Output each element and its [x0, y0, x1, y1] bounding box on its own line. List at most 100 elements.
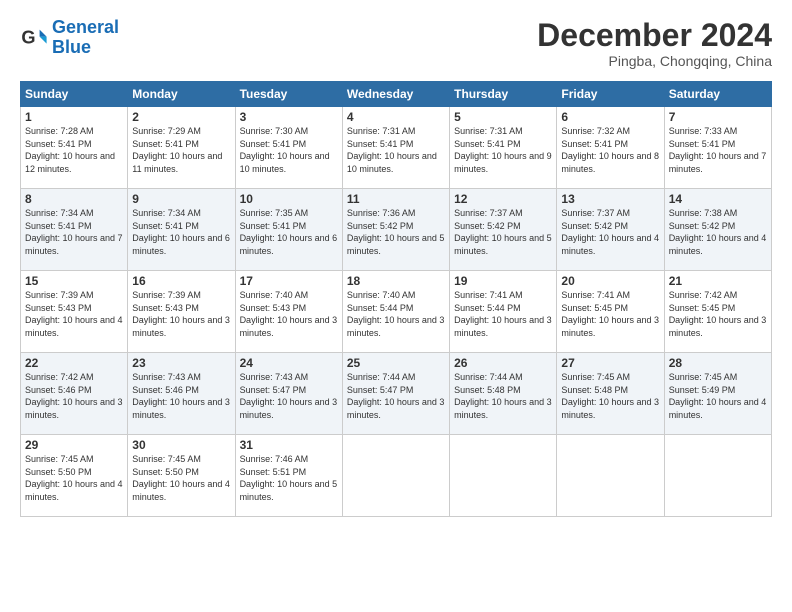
calendar-cell: 3Sunrise: 7:30 AM Sunset: 5:41 PM Daylig…	[235, 107, 342, 189]
calendar-cell: 26Sunrise: 7:44 AM Sunset: 5:48 PM Dayli…	[450, 353, 557, 435]
calendar-cell: 29Sunrise: 7:45 AM Sunset: 5:50 PM Dayli…	[21, 435, 128, 517]
col-thursday: Thursday	[450, 82, 557, 107]
day-info: Sunrise: 7:46 AM Sunset: 5:51 PM Dayligh…	[240, 453, 338, 503]
calendar-cell: 28Sunrise: 7:45 AM Sunset: 5:49 PM Dayli…	[664, 353, 771, 435]
logo-blue: Blue	[52, 37, 91, 57]
col-sunday: Sunday	[21, 82, 128, 107]
calendar-cell: 6Sunrise: 7:32 AM Sunset: 5:41 PM Daylig…	[557, 107, 664, 189]
header: G General Blue December 2024 Pingba, Cho…	[20, 18, 772, 69]
day-info: Sunrise: 7:28 AM Sunset: 5:41 PM Dayligh…	[25, 125, 123, 175]
day-info: Sunrise: 7:33 AM Sunset: 5:41 PM Dayligh…	[669, 125, 767, 175]
month-title: December 2024	[537, 18, 772, 53]
calendar-cell: 7Sunrise: 7:33 AM Sunset: 5:41 PM Daylig…	[664, 107, 771, 189]
day-number: 18	[347, 274, 445, 288]
day-info: Sunrise: 7:45 AM Sunset: 5:50 PM Dayligh…	[25, 453, 123, 503]
calendar-week-row: 1Sunrise: 7:28 AM Sunset: 5:41 PM Daylig…	[21, 107, 772, 189]
calendar-body: 1Sunrise: 7:28 AM Sunset: 5:41 PM Daylig…	[21, 107, 772, 517]
day-info: Sunrise: 7:42 AM Sunset: 5:45 PM Dayligh…	[669, 289, 767, 339]
calendar-week-row: 22Sunrise: 7:42 AM Sunset: 5:46 PM Dayli…	[21, 353, 772, 435]
calendar-week-row: 15Sunrise: 7:39 AM Sunset: 5:43 PM Dayli…	[21, 271, 772, 353]
calendar-cell	[342, 435, 449, 517]
calendar-cell: 15Sunrise: 7:39 AM Sunset: 5:43 PM Dayli…	[21, 271, 128, 353]
calendar-week-row: 8Sunrise: 7:34 AM Sunset: 5:41 PM Daylig…	[21, 189, 772, 271]
calendar-cell: 1Sunrise: 7:28 AM Sunset: 5:41 PM Daylig…	[21, 107, 128, 189]
logo-icon: G	[20, 24, 48, 52]
calendar-cell	[664, 435, 771, 517]
day-info: Sunrise: 7:36 AM Sunset: 5:42 PM Dayligh…	[347, 207, 445, 257]
day-number: 5	[454, 110, 552, 124]
col-saturday: Saturday	[664, 82, 771, 107]
day-info: Sunrise: 7:34 AM Sunset: 5:41 PM Dayligh…	[132, 207, 230, 257]
day-number: 14	[669, 192, 767, 206]
day-info: Sunrise: 7:39 AM Sunset: 5:43 PM Dayligh…	[132, 289, 230, 339]
day-number: 16	[132, 274, 230, 288]
day-info: Sunrise: 7:38 AM Sunset: 5:42 PM Dayligh…	[669, 207, 767, 257]
day-number: 29	[25, 438, 123, 452]
col-wednesday: Wednesday	[342, 82, 449, 107]
day-info: Sunrise: 7:44 AM Sunset: 5:48 PM Dayligh…	[454, 371, 552, 421]
calendar-cell: 22Sunrise: 7:42 AM Sunset: 5:46 PM Dayli…	[21, 353, 128, 435]
calendar-cell: 19Sunrise: 7:41 AM Sunset: 5:44 PM Dayli…	[450, 271, 557, 353]
day-number: 21	[669, 274, 767, 288]
day-info: Sunrise: 7:39 AM Sunset: 5:43 PM Dayligh…	[25, 289, 123, 339]
calendar-cell: 10Sunrise: 7:35 AM Sunset: 5:41 PM Dayli…	[235, 189, 342, 271]
col-monday: Monday	[128, 82, 235, 107]
calendar-cell: 18Sunrise: 7:40 AM Sunset: 5:44 PM Dayli…	[342, 271, 449, 353]
day-number: 1	[25, 110, 123, 124]
calendar-cell: 9Sunrise: 7:34 AM Sunset: 5:41 PM Daylig…	[128, 189, 235, 271]
calendar-page: G General Blue December 2024 Pingba, Cho…	[0, 0, 792, 527]
svg-text:G: G	[21, 27, 35, 47]
day-info: Sunrise: 7:43 AM Sunset: 5:46 PM Dayligh…	[132, 371, 230, 421]
day-number: 9	[132, 192, 230, 206]
day-number: 27	[561, 356, 659, 370]
day-info: Sunrise: 7:42 AM Sunset: 5:46 PM Dayligh…	[25, 371, 123, 421]
day-number: 19	[454, 274, 552, 288]
day-number: 24	[240, 356, 338, 370]
day-info: Sunrise: 7:37 AM Sunset: 5:42 PM Dayligh…	[454, 207, 552, 257]
calendar-cell: 23Sunrise: 7:43 AM Sunset: 5:46 PM Dayli…	[128, 353, 235, 435]
logo-general: General	[52, 17, 119, 37]
calendar-cell: 14Sunrise: 7:38 AM Sunset: 5:42 PM Dayli…	[664, 189, 771, 271]
day-info: Sunrise: 7:41 AM Sunset: 5:44 PM Dayligh…	[454, 289, 552, 339]
day-info: Sunrise: 7:45 AM Sunset: 5:48 PM Dayligh…	[561, 371, 659, 421]
day-number: 7	[669, 110, 767, 124]
day-number: 15	[25, 274, 123, 288]
day-info: Sunrise: 7:43 AM Sunset: 5:47 PM Dayligh…	[240, 371, 338, 421]
calendar-cell: 2Sunrise: 7:29 AM Sunset: 5:41 PM Daylig…	[128, 107, 235, 189]
day-number: 12	[454, 192, 552, 206]
day-number: 11	[347, 192, 445, 206]
day-number: 17	[240, 274, 338, 288]
day-info: Sunrise: 7:30 AM Sunset: 5:41 PM Dayligh…	[240, 125, 338, 175]
day-number: 31	[240, 438, 338, 452]
col-friday: Friday	[557, 82, 664, 107]
calendar-cell: 8Sunrise: 7:34 AM Sunset: 5:41 PM Daylig…	[21, 189, 128, 271]
logo: G General Blue	[20, 18, 119, 58]
day-info: Sunrise: 7:37 AM Sunset: 5:42 PM Dayligh…	[561, 207, 659, 257]
day-number: 30	[132, 438, 230, 452]
calendar-cell	[557, 435, 664, 517]
calendar-cell: 25Sunrise: 7:44 AM Sunset: 5:47 PM Dayli…	[342, 353, 449, 435]
calendar-cell: 24Sunrise: 7:43 AM Sunset: 5:47 PM Dayli…	[235, 353, 342, 435]
calendar-cell: 13Sunrise: 7:37 AM Sunset: 5:42 PM Dayli…	[557, 189, 664, 271]
calendar-week-row: 29Sunrise: 7:45 AM Sunset: 5:50 PM Dayli…	[21, 435, 772, 517]
day-info: Sunrise: 7:40 AM Sunset: 5:43 PM Dayligh…	[240, 289, 338, 339]
calendar-cell: 17Sunrise: 7:40 AM Sunset: 5:43 PM Dayli…	[235, 271, 342, 353]
day-info: Sunrise: 7:45 AM Sunset: 5:50 PM Dayligh…	[132, 453, 230, 503]
title-block: December 2024 Pingba, Chongqing, China	[537, 18, 772, 69]
calendar-cell: 27Sunrise: 7:45 AM Sunset: 5:48 PM Dayli…	[557, 353, 664, 435]
day-number: 28	[669, 356, 767, 370]
day-number: 3	[240, 110, 338, 124]
calendar-cell: 30Sunrise: 7:45 AM Sunset: 5:50 PM Dayli…	[128, 435, 235, 517]
day-number: 22	[25, 356, 123, 370]
calendar-cell: 21Sunrise: 7:42 AM Sunset: 5:45 PM Dayli…	[664, 271, 771, 353]
day-number: 2	[132, 110, 230, 124]
day-info: Sunrise: 7:41 AM Sunset: 5:45 PM Dayligh…	[561, 289, 659, 339]
day-info: Sunrise: 7:35 AM Sunset: 5:41 PM Dayligh…	[240, 207, 338, 257]
day-number: 25	[347, 356, 445, 370]
day-number: 23	[132, 356, 230, 370]
calendar-cell: 31Sunrise: 7:46 AM Sunset: 5:51 PM Dayli…	[235, 435, 342, 517]
calendar-cell: 4Sunrise: 7:31 AM Sunset: 5:41 PM Daylig…	[342, 107, 449, 189]
calendar-cell: 20Sunrise: 7:41 AM Sunset: 5:45 PM Dayli…	[557, 271, 664, 353]
calendar-cell	[450, 435, 557, 517]
col-tuesday: Tuesday	[235, 82, 342, 107]
